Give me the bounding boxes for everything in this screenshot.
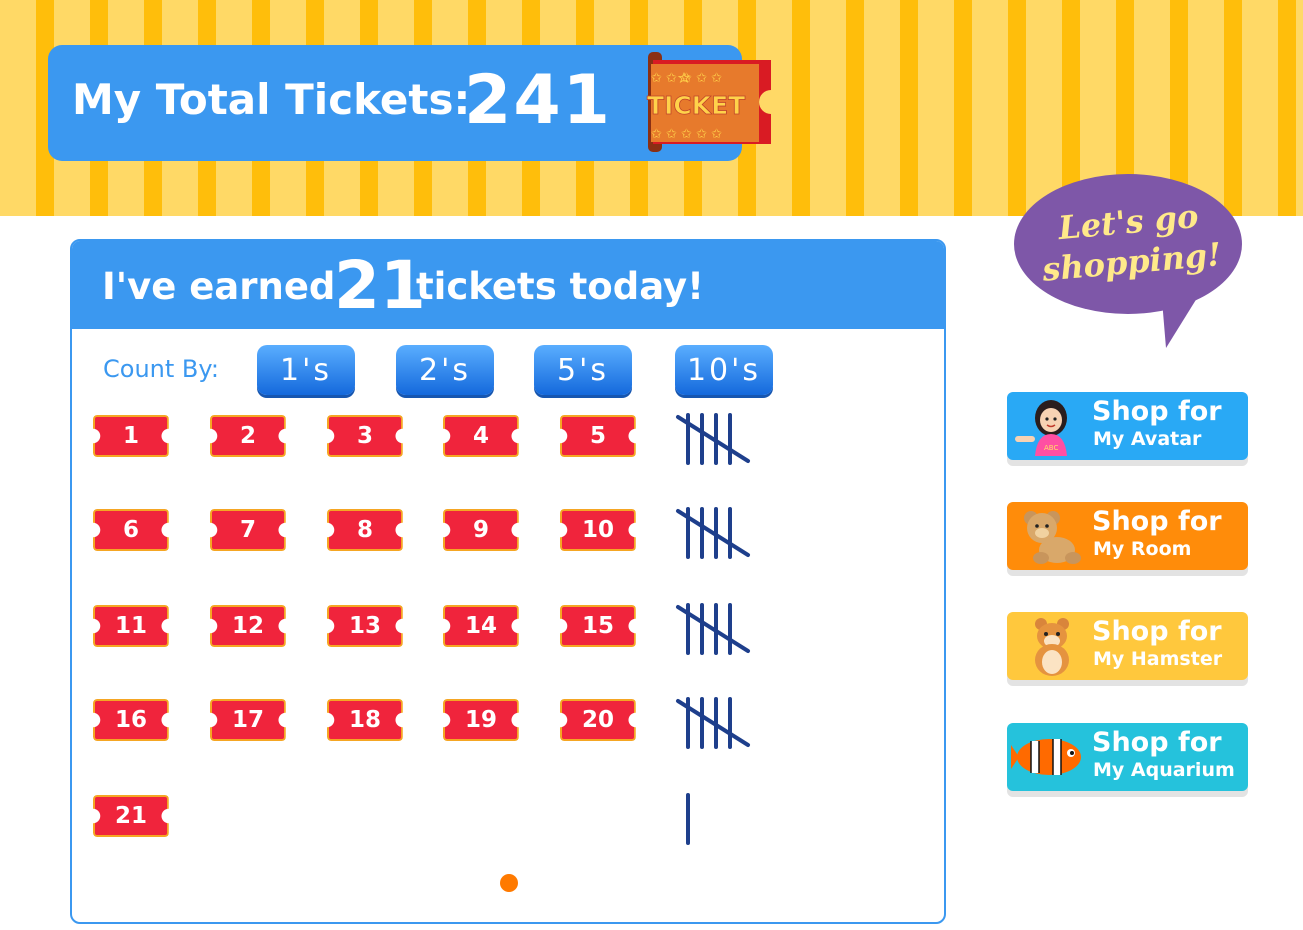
ticket-number: 15	[581, 613, 614, 639]
ticket-number: 20	[581, 707, 614, 733]
ticket-item: 16	[93, 699, 169, 745]
ticket-item: 11	[93, 605, 169, 651]
tally-mark-group	[676, 507, 750, 559]
ticket-item: 2	[210, 415, 286, 461]
earned-prefix: I've earned	[102, 265, 336, 308]
shop-room-line2: My Room	[1093, 538, 1192, 560]
svg-text:ABC: ABC	[1044, 444, 1058, 452]
ticket-number: 3	[356, 423, 373, 449]
ticket-number: 2	[239, 423, 256, 449]
ticket-item: 14	[443, 605, 519, 651]
ticket-number: 14	[464, 613, 497, 639]
earned-tickets-panel: I've earned 21 tickets today! Count By: …	[70, 239, 946, 924]
avatar-girl-icon: ABC	[1015, 400, 1067, 456]
svg-text:✩ ✩ ✩ ✩ ✩: ✩ ✩ ✩ ✩ ✩	[651, 127, 722, 142]
tally-mark-group	[676, 413, 750, 465]
ticket-item: 15	[560, 605, 636, 651]
ticket-number: 6	[122, 517, 139, 543]
shop-hamster-button[interactable]: Shop for My Hamster	[1007, 612, 1248, 680]
ticket-item: 21	[93, 795, 169, 841]
app-stage: My Total Tickets: 241 ✩ ✩ ✩ ✩ ✩ ✩ ✩ ✩ ✩ …	[0, 0, 1303, 930]
total-tickets-value: 241	[464, 61, 612, 140]
ticket-item: 9	[443, 509, 519, 555]
ticket-item: 7	[210, 509, 286, 555]
total-tickets-label: My Total Tickets:	[72, 75, 471, 124]
ticket-number: 12	[231, 613, 264, 639]
ticket-icon-text: TICKET	[647, 91, 745, 120]
ticket-item: 8	[327, 509, 403, 555]
count-by-1-button[interactable]: 1's	[257, 345, 355, 395]
count-by-label: Count By:	[103, 355, 219, 383]
total-tickets-bar: My Total Tickets: 241	[48, 45, 742, 161]
shop-avatar-line2: My Avatar	[1093, 428, 1202, 450]
earned-suffix: tickets today!	[416, 265, 705, 308]
shop-avatar-button[interactable]: ABC Shop for My Avatar	[1007, 392, 1248, 460]
shop-avatar-line1: Shop for	[1092, 396, 1222, 427]
ticket-number: 8	[356, 517, 373, 543]
hamster-icon	[1035, 618, 1069, 676]
ticket-item: 1	[93, 415, 169, 461]
teddy-bear-icon	[1024, 511, 1081, 564]
clownfish-icon	[1011, 739, 1081, 775]
ticket-number: 1	[122, 423, 139, 449]
ticket-number: 16	[114, 707, 147, 733]
shop-hamster-line1: Shop for	[1092, 616, 1222, 647]
ticket-item: 4	[443, 415, 519, 461]
ticket-item: 10	[560, 509, 636, 555]
ticket-number: 7	[239, 517, 256, 543]
ticket-item: 12	[210, 605, 286, 651]
ticket-number: 18	[348, 707, 381, 733]
count-by-10-button[interactable]: 10's	[675, 345, 773, 395]
ticket-number: 10	[581, 517, 614, 543]
ticket-number: 17	[231, 707, 264, 733]
ticket-item: 18	[327, 699, 403, 745]
shop-aquarium-line1: Shop for	[1092, 727, 1222, 758]
ticket-number: 13	[348, 613, 381, 639]
count-by-2-button[interactable]: 2's	[396, 345, 494, 395]
ticket-icon: ✩ ✩ ✩ ✩ ✩ ✩ ✩ ✩ ✩ ✩ TICKET	[647, 52, 771, 152]
ticket-item: 17	[210, 699, 286, 745]
ticket-item: 13	[327, 605, 403, 651]
shop-aquarium-button[interactable]: Shop for My Aquarium	[1007, 723, 1248, 791]
ticket-item: 20	[560, 699, 636, 745]
ticket-number: 19	[464, 707, 497, 733]
tally-mark-group	[686, 793, 690, 845]
earned-count: 21	[334, 247, 426, 324]
shop-room-button[interactable]: Shop for My Room	[1007, 502, 1248, 570]
ticket-number: 4	[472, 423, 489, 449]
ticket-number: 21	[114, 803, 147, 829]
shop-hamster-line2: My Hamster	[1093, 648, 1223, 670]
ticket-item: 3	[327, 415, 403, 461]
count-by-5-button[interactable]: 5's	[534, 345, 632, 395]
page-indicator-dot[interactable]	[500, 874, 518, 892]
tally-mark-group	[676, 603, 750, 655]
tally-mark-group	[676, 697, 750, 749]
shop-room-line1: Shop for	[1092, 506, 1222, 537]
ticket-number: 9	[472, 517, 489, 543]
ticket-number: 5	[589, 423, 606, 449]
ticket-item: 5	[560, 415, 636, 461]
ticket-item: 6	[93, 509, 169, 555]
shop-aquarium-line2: My Aquarium	[1093, 759, 1235, 781]
ticket-number: 11	[114, 613, 147, 639]
panel-header: I've earned 21 tickets today!	[72, 241, 944, 329]
svg-text:✩ ✩ ✩ ✩ ✩: ✩ ✩ ✩ ✩ ✩	[651, 71, 722, 86]
ticket-item: 19	[443, 699, 519, 745]
